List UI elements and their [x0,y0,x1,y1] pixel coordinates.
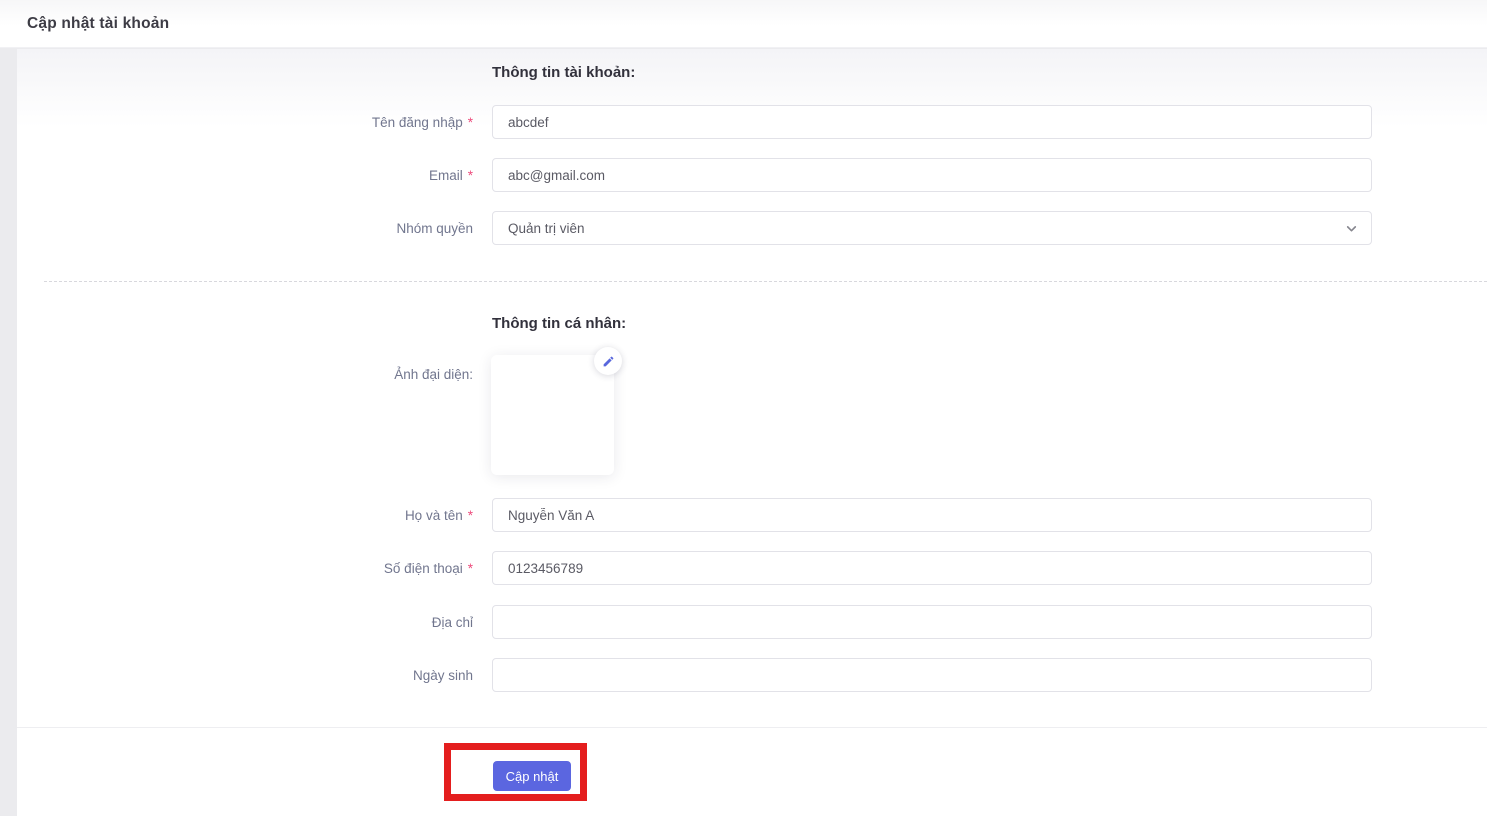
avatar-label-text: Ảnh đại diện: [394,366,473,382]
phone-label-text: Số điện thoại [383,560,463,576]
footer-divider [17,727,1487,728]
fullname-label: Họ và tên * [153,498,473,532]
phone-label: Số điện thoại * [153,551,473,585]
dob-input[interactable] [492,658,1372,692]
update-account-page: Cập nhật tài khoản Thông tin tài khoản: … [0,0,1487,816]
avatar-edit-button[interactable] [594,347,622,375]
address-label: Địa chỉ [153,605,473,639]
address-input[interactable] [492,605,1372,639]
pencil-icon [603,356,613,366]
phone-input[interactable] [492,551,1372,585]
address-label-text: Địa chỉ [431,614,473,630]
role-select-value: Quản trị viên [508,220,585,236]
username-input[interactable] [492,105,1372,139]
avatar-label: Ảnh đại diện: [153,357,473,391]
username-label-text: Tên đăng nhập [371,114,463,130]
avatar-preview [491,355,614,475]
role-label: Nhóm quyền [153,211,473,245]
role-label-text: Nhóm quyền [396,220,473,236]
fullname-label-text: Họ và tên [404,507,463,523]
role-select[interactable]: Quản trị viên [492,211,1372,245]
required-asterisk: * [467,114,473,130]
required-asterisk: * [467,167,473,183]
page-header: Cập nhật tài khoản [0,0,1487,48]
fullname-input[interactable] [492,498,1372,532]
username-label: Tên đăng nhập * [153,105,473,139]
page-title: Cập nhật tài khoản [27,14,170,32]
required-asterisk: * [467,507,473,523]
email-input[interactable] [492,158,1372,192]
required-asterisk: * [467,560,473,576]
chevron-down-icon [1346,225,1357,231]
personal-section-title: Thông tin cá nhân: [492,315,627,332]
email-label-text: Email [428,167,463,183]
section-divider [44,281,1487,282]
dob-label-text: Ngày sinh [412,667,473,683]
dob-label: Ngày sinh [153,658,473,692]
email-label: Email * [153,158,473,192]
update-submit-button[interactable]: Cập nhật [493,761,571,791]
account-section-title: Thông tin tài khoản: [492,64,636,81]
